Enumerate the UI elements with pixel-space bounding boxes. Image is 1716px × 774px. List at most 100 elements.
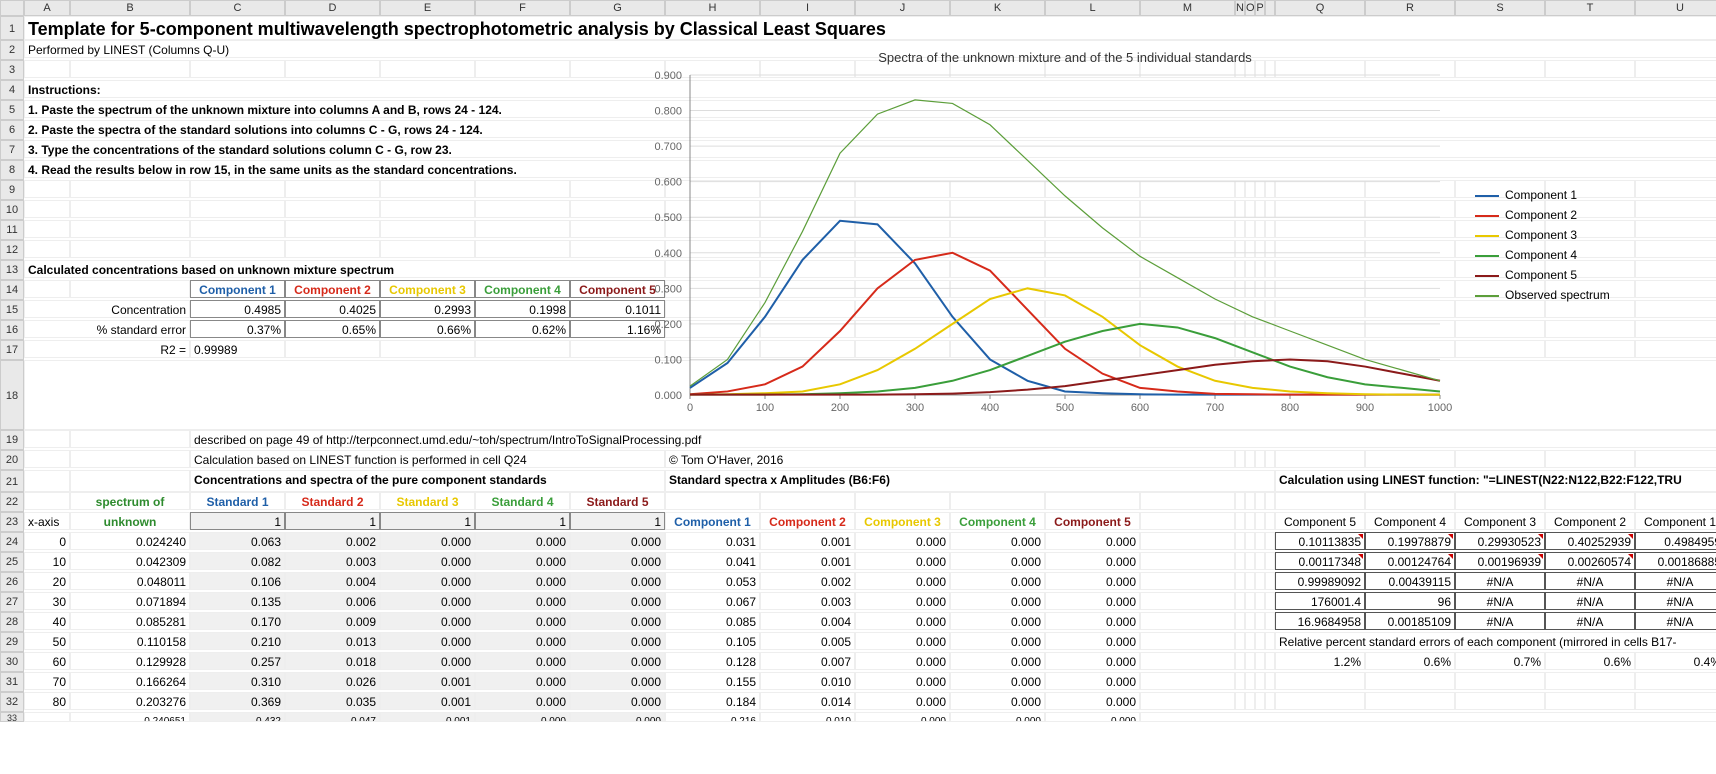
amp-value[interactable]: 0.085 [665,612,760,630]
x-value[interactable]: 30 [24,592,70,610]
linest-value[interactable]: 0.19978879 [1365,532,1455,550]
linest-value[interactable]: 0.00185109 [1365,612,1455,630]
linest-value[interactable]: #N/A [1545,572,1635,590]
std-value[interactable]: 0.000 [475,592,570,610]
x-value[interactable]: 70 [24,672,70,690]
linest-value[interactable]: #N/A [1635,612,1716,630]
stderr-value[interactable]: 0.66% [380,320,475,338]
linest-value[interactable]: 176001.4 [1275,592,1365,610]
linest-value[interactable]: 0.00196939 [1455,552,1545,570]
std-value[interactable]: 0.026 [285,672,380,690]
col-header[interactable]: C [190,0,285,16]
std-value[interactable]: 0.000 [475,612,570,630]
linest-value[interactable]: #N/A [1545,612,1635,630]
std-value[interactable]: 0.035 [285,692,380,710]
row-header[interactable]: 22 [0,492,24,512]
amp-value[interactable]: 0.000 [950,632,1045,650]
unknown-value[interactable]: 0.024240 [70,532,190,550]
row-header[interactable]: 10 [0,200,24,220]
x-value[interactable]: 40 [24,612,70,630]
std-value[interactable]: 0.170 [190,612,285,630]
row-header[interactable]: 32 [0,692,24,712]
row-header[interactable]: 26 [0,572,24,592]
amp-value[interactable]: 0.000 [1045,572,1140,590]
amp-value[interactable]: 0.000 [950,672,1045,690]
amp-value[interactable]: 0.004 [760,612,855,630]
std-value[interactable]: 0.000 [570,592,665,610]
concentration-value[interactable]: 0.4025 [285,300,380,318]
std-value[interactable]: 0.369 [190,692,285,710]
amp-value[interactable]: 0.000 [1045,532,1140,550]
linest-value[interactable]: #N/A [1545,592,1635,610]
concentration-value[interactable]: 0.4985 [190,300,285,318]
col-header[interactable] [1265,0,1275,16]
col-header[interactable]: Q [1275,0,1365,16]
concentration-value[interactable]: 0.2993 [380,300,475,318]
col-header[interactable]: F [475,0,570,16]
std-value[interactable]: 0.000 [380,572,475,590]
std-value[interactable]: 0.000 [475,672,570,690]
amp-value[interactable]: 0.000 [950,592,1045,610]
row-header[interactable]: 2 [0,40,24,60]
amp-value[interactable]: 0.000 [1045,552,1140,570]
amp-value[interactable]: 0.000 [1045,672,1140,690]
linest-value[interactable]: #N/A [1455,592,1545,610]
x-value[interactable]: 10 [24,552,70,570]
std-value[interactable]: 0.000 [570,632,665,650]
linest-value[interactable]: 0.29930523 [1455,532,1545,550]
linest-value[interactable]: 0.7% [1455,652,1545,670]
row-header[interactable]: 6 [0,120,24,140]
linest-value[interactable]: 0.6% [1365,652,1455,670]
std-value[interactable]: 0.004 [285,572,380,590]
amp-value[interactable]: 0.000 [950,532,1045,550]
col-header[interactable]: S [1455,0,1545,16]
linest-value[interactable]: 0.10113835 [1275,532,1365,550]
amp-value[interactable]: 0.000 [855,552,950,570]
amp-value[interactable]: 0.000 [950,652,1045,670]
std-value[interactable]: 0.006 [285,592,380,610]
std-value[interactable]: 0.000 [380,612,475,630]
row-header[interactable]: 25 [0,552,24,572]
amp-value[interactable]: 0.041 [665,552,760,570]
unknown-value[interactable]: 0.110158 [70,632,190,650]
std-value[interactable]: 0.000 [380,592,475,610]
col-header[interactable]: I [760,0,855,16]
col-header[interactable]: H [665,0,760,16]
std-value[interactable]: 0.000 [380,532,475,550]
row-header[interactable]: 24 [0,532,24,552]
linest-value[interactable]: #N/A [1635,592,1716,610]
amp-value[interactable]: 0.001 [760,532,855,550]
std-value[interactable]: 0.106 [190,572,285,590]
amp-value[interactable]: 0.014 [760,692,855,710]
linest-value[interactable]: 96 [1365,592,1455,610]
std-value[interactable]: 0.000 [475,652,570,670]
row-header[interactable]: 3 [0,60,24,80]
linest-value[interactable]: #N/A [1635,572,1716,590]
col-header[interactable]: L [1045,0,1140,16]
r2-value[interactable]: 0.99989 [190,340,285,358]
amp-value[interactable]: 0.000 [950,552,1045,570]
col-header[interactable]: B [70,0,190,16]
amp-value[interactable]: 0.000 [1045,592,1140,610]
unknown-value[interactable]: 0.048011 [70,572,190,590]
linest-value[interactable]: 0.4984959 [1635,532,1716,550]
row-header[interactable]: 29 [0,632,24,652]
unknown-value[interactable]: 0.203276 [70,692,190,710]
row-header[interactable]: 23 [0,512,24,532]
col-header[interactable]: U [1635,0,1716,16]
std-value[interactable]: 0.000 [570,652,665,670]
amp-value[interactable]: 0.000 [855,632,950,650]
row-header[interactable]: 16 [0,320,24,340]
linest-value[interactable]: 0.40252939 [1545,532,1635,550]
std-value[interactable]: 0.000 [570,552,665,570]
linest-value[interactable]: 0.6% [1545,652,1635,670]
x-value[interactable]: 80 [24,692,70,710]
std-value[interactable]: 0.063 [190,532,285,550]
amp-value[interactable]: 0.000 [950,572,1045,590]
x-value[interactable]: 50 [24,632,70,650]
row-header[interactable]: 14 [0,280,24,300]
amp-value[interactable]: 0.007 [760,652,855,670]
unknown-value[interactable]: 0.042309 [70,552,190,570]
col-header[interactable]: A [24,0,70,16]
linest-value[interactable]: 16.9684958 [1275,612,1365,630]
